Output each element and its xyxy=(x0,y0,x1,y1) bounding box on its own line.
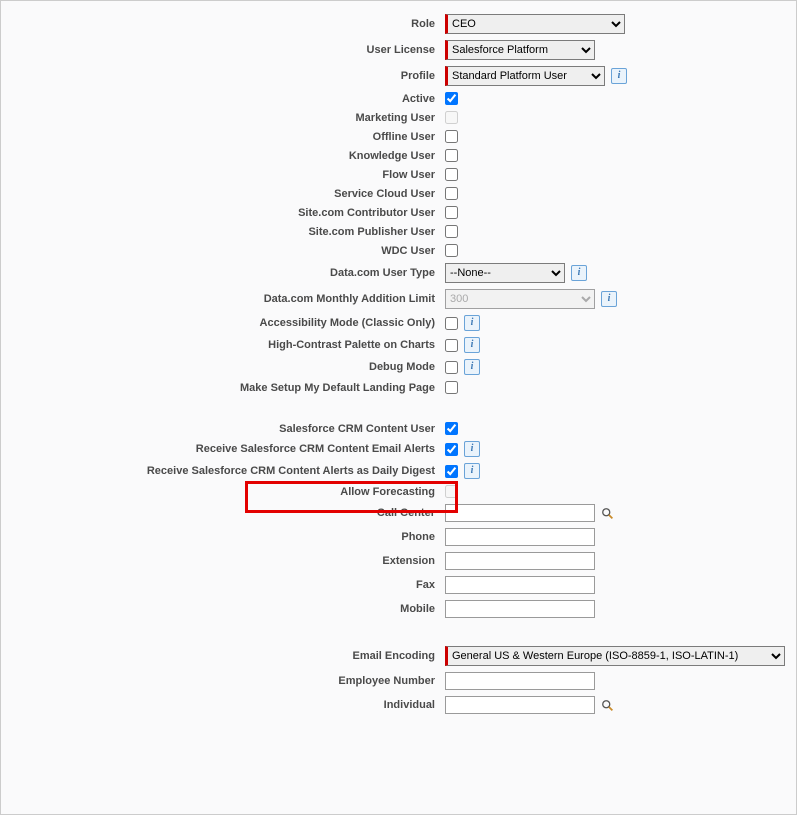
crm-content-digest-checkbox[interactable] xyxy=(445,465,458,478)
wdc-user-label: WDC User xyxy=(1,241,441,260)
datacom-monthly-limit-label: Data.com Monthly Addition Limit xyxy=(1,286,441,312)
sitecom-contributor-label: Site.com Contributor User xyxy=(1,203,441,222)
info-icon[interactable]: i xyxy=(571,265,587,281)
wdc-user-checkbox[interactable] xyxy=(445,244,458,257)
datacom-user-type-label: Data.com User Type xyxy=(1,260,441,286)
info-icon[interactable]: i xyxy=(464,463,480,479)
allow-forecasting-checkbox xyxy=(445,485,458,498)
role-select[interactable]: CEO xyxy=(445,14,625,34)
role-label: Role xyxy=(1,11,441,37)
debug-mode-label: Debug Mode xyxy=(1,356,441,378)
datacom-user-type-select[interactable]: --None-- xyxy=(445,263,565,283)
fax-input[interactable] xyxy=(445,576,595,594)
crm-content-user-label: Salesforce CRM Content User xyxy=(1,419,441,438)
flow-user-checkbox[interactable] xyxy=(445,168,458,181)
profile-label: Profile xyxy=(1,63,441,89)
marketing-user-checkbox xyxy=(445,111,458,124)
offline-user-label: Offline User xyxy=(1,127,441,146)
sitecom-contributor-checkbox[interactable] xyxy=(445,206,458,219)
high-contrast-checkbox[interactable] xyxy=(445,339,458,352)
extension-label: Extension xyxy=(1,549,441,573)
info-icon[interactable]: i xyxy=(464,315,480,331)
email-encoding-select[interactable]: General US & Western Europe (ISO-8859-1,… xyxy=(445,646,785,666)
phone-label: Phone xyxy=(1,525,441,549)
call-center-label: Call Center xyxy=(1,501,441,525)
allow-forecasting-label: Allow Forecasting xyxy=(1,482,441,501)
lookup-icon[interactable] xyxy=(601,507,615,521)
crm-content-digest-label: Receive Salesforce CRM Content Alerts as… xyxy=(1,460,441,482)
individual-label: Individual xyxy=(1,693,441,717)
employee-number-label: Employee Number xyxy=(1,669,441,693)
offline-user-checkbox[interactable] xyxy=(445,130,458,143)
info-icon[interactable]: i xyxy=(464,441,480,457)
info-icon[interactable]: i xyxy=(611,68,627,84)
sitecom-publisher-checkbox[interactable] xyxy=(445,225,458,238)
info-icon[interactable]: i xyxy=(464,359,480,375)
info-icon[interactable]: i xyxy=(464,337,480,353)
individual-input[interactable] xyxy=(445,696,595,714)
fax-label: Fax xyxy=(1,573,441,597)
accessibility-mode-checkbox[interactable] xyxy=(445,317,458,330)
lookup-icon[interactable] xyxy=(601,699,615,713)
service-cloud-user-label: Service Cloud User xyxy=(1,184,441,203)
extension-input[interactable] xyxy=(445,552,595,570)
make-setup-default-checkbox[interactable] xyxy=(445,381,458,394)
info-icon[interactable]: i xyxy=(601,291,617,307)
datacom-monthly-limit-select: 300 xyxy=(445,289,595,309)
service-cloud-user-checkbox[interactable] xyxy=(445,187,458,200)
email-encoding-label: Email Encoding xyxy=(1,643,441,669)
profile-select[interactable]: Standard Platform User xyxy=(445,66,605,86)
call-center-input[interactable] xyxy=(445,504,595,522)
active-label: Active xyxy=(1,89,441,108)
knowledge-user-label: Knowledge User xyxy=(1,146,441,165)
marketing-user-label: Marketing User xyxy=(1,108,441,127)
knowledge-user-checkbox[interactable] xyxy=(445,149,458,162)
accessibility-mode-label: Accessibility Mode (Classic Only) xyxy=(1,312,441,334)
user-license-select[interactable]: Salesforce Platform xyxy=(445,40,595,60)
user-license-label: User License xyxy=(1,37,441,63)
crm-content-user-checkbox[interactable] xyxy=(445,422,458,435)
user-edit-form-panel: Role CEO User License Salesforce Platfor… xyxy=(0,0,797,815)
make-setup-default-label: Make Setup My Default Landing Page xyxy=(1,378,441,397)
employee-number-input[interactable] xyxy=(445,672,595,690)
debug-mode-checkbox[interactable] xyxy=(445,361,458,374)
crm-content-alerts-label: Receive Salesforce CRM Content Email Ale… xyxy=(1,438,441,460)
crm-content-alerts-checkbox[interactable] xyxy=(445,443,458,456)
phone-input[interactable] xyxy=(445,528,595,546)
mobile-input[interactable] xyxy=(445,600,595,618)
sitecom-publisher-label: Site.com Publisher User xyxy=(1,222,441,241)
high-contrast-label: High-Contrast Palette on Charts xyxy=(1,334,441,356)
flow-user-label: Flow User xyxy=(1,165,441,184)
mobile-label: Mobile xyxy=(1,597,441,621)
active-checkbox[interactable] xyxy=(445,92,458,105)
